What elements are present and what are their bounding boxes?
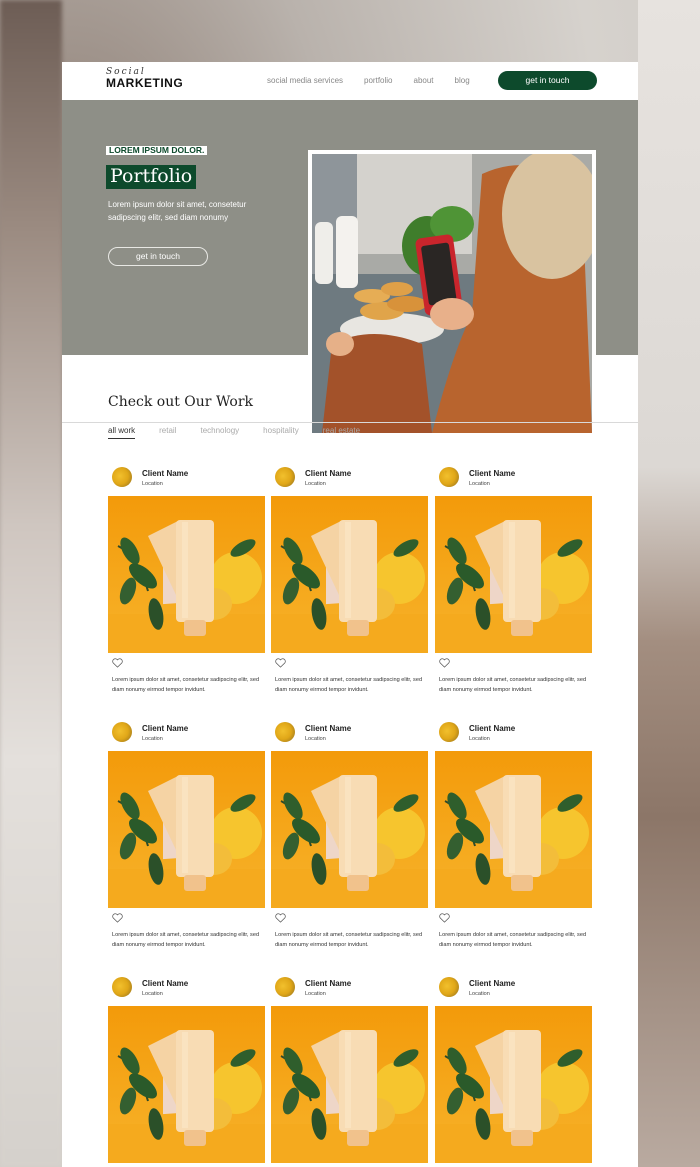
hero-photo-illustration [312,154,592,433]
hero-get-in-touch-button[interactable]: get in touch [108,247,208,266]
top-nav: Social MARKETING social media services p… [62,62,638,100]
hero-description: Lorem ipsum dolor sit amet, consetetur s… [108,200,247,222]
card-caption: Lorem ipsum dolor sit amet, consetetur s… [275,932,423,948]
client-name: Client Name [469,469,516,478]
client-avatar [439,977,459,997]
tab-all-work[interactable]: all work [108,426,136,439]
tab-real-estate[interactable]: real estate [323,426,360,439]
heart-icon[interactable] [275,658,286,668]
card-image[interactable] [271,1006,428,1163]
heart-icon[interactable] [112,913,123,923]
product-illustration [435,496,592,653]
client-name: Client Name [142,469,189,478]
client-avatar [275,467,295,487]
product-illustration [108,1006,265,1163]
client-avatar [439,467,459,487]
logo-main-text: MARKETING [106,76,184,90]
client-avatar [112,467,132,487]
client-avatar [275,722,295,742]
client-location: Location [142,991,163,997]
client-location: Location [142,736,163,742]
product-illustration [435,751,592,908]
section-title: Check out Our Work [108,394,253,410]
client-name: Client Name [305,724,352,733]
card-image[interactable] [108,751,265,908]
client-name: Client Name [305,979,352,988]
background-blur-left [0,0,62,1167]
website-page: Social MARKETING social media services p… [62,62,638,1167]
card-image[interactable] [435,1006,592,1163]
hero-photo-frame [308,150,596,434]
hero-kicker: LOREM IPSUM DOLOR. [106,146,208,155]
client-avatar [439,722,459,742]
product-illustration [108,751,265,908]
product-illustration [108,496,265,653]
card-image[interactable] [108,1006,265,1163]
client-avatar [112,977,132,997]
client-location: Location [469,991,490,997]
client-name: Client Name [142,724,189,733]
card-image[interactable] [435,751,592,908]
background-blur-right [638,0,700,1167]
card-caption: Lorem ipsum dolor sit amet, consetetur s… [439,677,587,693]
heart-icon[interactable] [275,913,286,923]
card-caption: Lorem ipsum dolor sit amet, consetetur s… [275,677,423,693]
tab-retail[interactable]: retail [159,426,176,439]
client-name: Client Name [142,979,189,988]
product-illustration [271,1006,428,1163]
tabs-divider [62,422,638,423]
card-image[interactable] [271,496,428,653]
product-illustration [271,496,428,653]
nav-links: social media services portfolio about bl… [267,76,491,85]
card-caption: Lorem ipsum dolor sit amet, consetetur s… [112,677,260,693]
client-location: Location [305,736,326,742]
nav-link-services[interactable]: social media services [267,76,343,85]
client-location: Location [305,481,326,487]
filter-tabs: all work retail technology hospitality r… [108,426,384,439]
client-name: Client Name [469,724,516,733]
nav-link-portfolio[interactable]: portfolio [364,76,392,85]
heart-icon[interactable] [439,658,450,668]
client-avatar [112,722,132,742]
nav-get-in-touch-button[interactable]: get in touch [498,71,597,90]
card-caption: Lorem ipsum dolor sit amet, consetetur s… [112,932,260,948]
hero-photo [312,154,592,433]
card-image[interactable] [435,496,592,653]
card-image[interactable] [271,751,428,908]
heart-icon[interactable] [439,913,450,923]
card-image[interactable] [108,496,265,653]
product-illustration [435,1006,592,1163]
page-title: Portfolio [106,165,197,189]
card-caption: Lorem ipsum dolor sit amet, consetetur s… [439,932,587,948]
logo[interactable]: Social MARKETING [106,68,183,90]
nav-link-blog[interactable]: blog [455,76,470,85]
product-illustration [271,751,428,908]
nav-link-about[interactable]: about [414,76,434,85]
hero-section: LOREM IPSUM DOLOR. Portfolio Lorem ipsum… [62,100,638,434]
heart-icon[interactable] [112,658,123,668]
client-name: Client Name [305,469,352,478]
client-avatar [275,977,295,997]
tab-technology[interactable]: technology [200,426,239,439]
client-location: Location [142,481,163,487]
tab-hospitality[interactable]: hospitality [263,426,299,439]
client-location: Location [469,736,490,742]
client-location: Location [469,481,490,487]
client-name: Client Name [469,979,516,988]
client-location: Location [305,991,326,997]
